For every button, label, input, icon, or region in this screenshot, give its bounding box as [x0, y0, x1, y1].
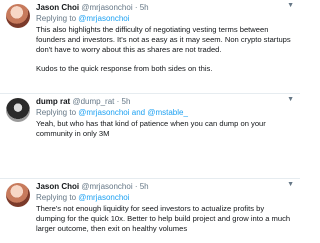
- tweet-3[interactable]: Jason Choi @mrjasonchoi · 5h ▼ Replying …: [0, 179, 300, 243]
- avatar[interactable]: [6, 4, 30, 28]
- avatar[interactable]: [6, 183, 30, 207]
- chevron-down-icon[interactable]: ▼: [287, 96, 294, 103]
- timestamp[interactable]: · 5h: [135, 182, 149, 191]
- mention-link[interactable]: @mstable_: [147, 108, 188, 117]
- tweet-1[interactable]: Jason Choi @mrjasonchoi · 5h ▼ Replying …: [0, 0, 300, 93]
- replying-to: Replying to @mrjasonchoi and @mstable_: [36, 108, 292, 118]
- handle[interactable]: @mrjasonchoi: [81, 3, 132, 12]
- replying-and[interactable]: and: [132, 108, 145, 117]
- replying-to: Replying to @mrjasonchoi: [36, 14, 292, 24]
- tweet-text: This also highlights the difficulty of n…: [36, 25, 294, 82]
- display-name[interactable]: dump rat: [36, 97, 70, 106]
- tweet-text: There's not enough liquidity for seed in…: [36, 204, 294, 243]
- tweet-paragraph: Kudos to the quick response from both si…: [36, 63, 213, 73]
- tweet-text: Yeah, but who has that kind of patience …: [36, 119, 294, 147]
- timestamp[interactable]: · 5h: [135, 3, 149, 12]
- tweet-header: dump rat @dump_rat · 5h: [36, 97, 292, 107]
- tweet-header: Jason Choi @mrjasonchoi · 5h: [36, 182, 292, 192]
- tweet-paragraph: Yeah, but who has that kind of patience …: [36, 119, 266, 139]
- avatar[interactable]: [6, 98, 30, 122]
- tweet-paragraph: This also highlights the difficulty of n…: [36, 25, 291, 55]
- replying-to: Replying to @mrjasonchoi: [36, 193, 292, 203]
- mention-link[interactable]: @mrjasonchoi: [78, 14, 129, 23]
- replying-prefix: Replying to: [36, 108, 77, 117]
- tweet-header: Jason Choi @mrjasonchoi · 5h: [36, 3, 292, 13]
- handle[interactable]: @mrjasonchoi: [81, 182, 132, 191]
- replying-prefix: Replying to: [36, 193, 77, 202]
- tweet-2[interactable]: dump rat @dump_rat · 5h ▼ Replying to @m…: [0, 94, 300, 178]
- timestamp[interactable]: · 5h: [117, 97, 131, 106]
- display-name[interactable]: Jason Choi: [36, 182, 79, 191]
- chevron-down-icon[interactable]: ▼: [287, 2, 294, 9]
- display-name[interactable]: Jason Choi: [36, 3, 79, 12]
- handle[interactable]: @dump_rat: [72, 97, 114, 106]
- tweet-paragraph: There's not enough liquidity for seed in…: [36, 204, 291, 234]
- replying-prefix: Replying to: [36, 14, 77, 23]
- chevron-down-icon[interactable]: ▼: [287, 181, 294, 188]
- mention-link[interactable]: @mrjasonchoi: [78, 108, 129, 117]
- mention-link[interactable]: @mrjasonchoi: [78, 193, 129, 202]
